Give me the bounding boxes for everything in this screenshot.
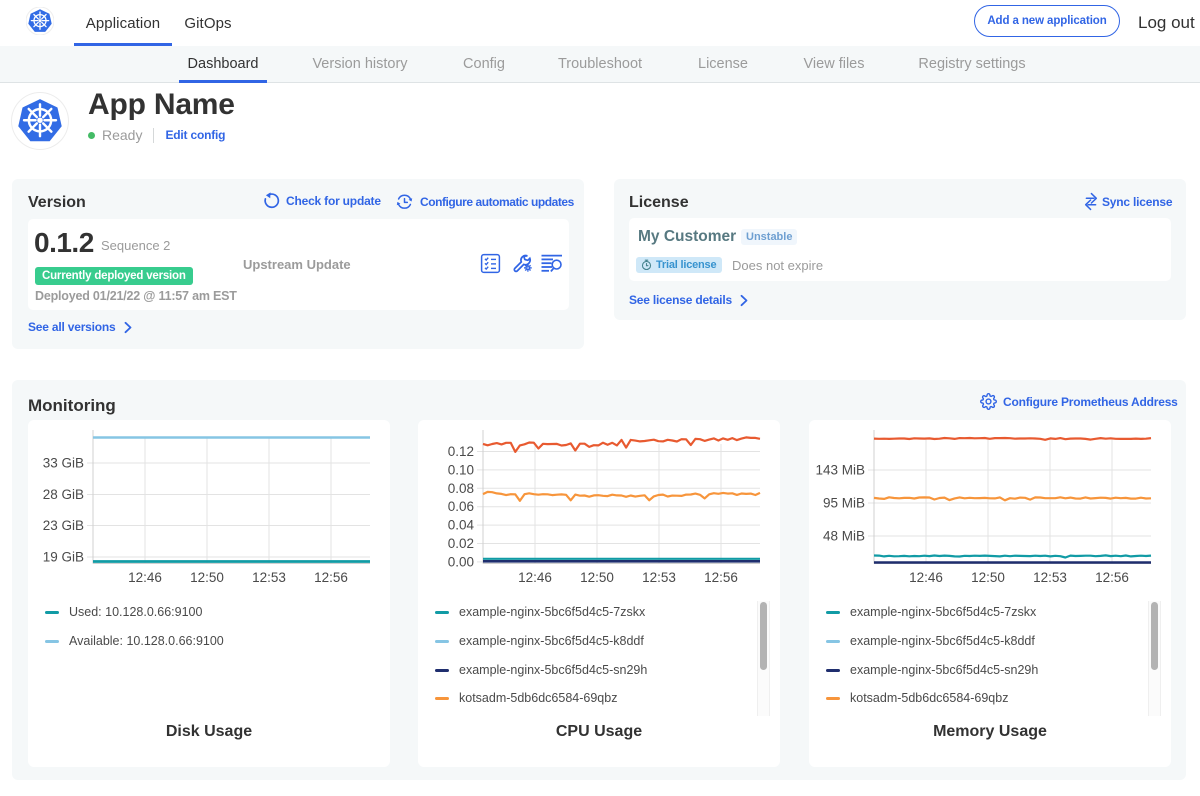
- svg-text:12:53: 12:53: [252, 570, 286, 585]
- svg-text:19 GiB: 19 GiB: [43, 550, 84, 565]
- svg-text:0.08: 0.08: [448, 481, 474, 496]
- svg-text:12:56: 12:56: [314, 570, 348, 585]
- svg-text:12:46: 12:46: [128, 570, 162, 585]
- svg-text:0.02: 0.02: [448, 536, 474, 551]
- svg-text:23 GiB: 23 GiB: [43, 518, 84, 533]
- svg-text:0.00: 0.00: [448, 554, 474, 569]
- svg-text:0.06: 0.06: [448, 499, 474, 514]
- svg-text:12:50: 12:50: [971, 570, 1005, 585]
- svg-text:12:56: 12:56: [1095, 570, 1129, 585]
- svg-text:33 GiB: 33 GiB: [43, 456, 84, 471]
- svg-text:12:53: 12:53: [642, 570, 676, 585]
- svg-text:12:50: 12:50: [580, 570, 614, 585]
- svg-text:12:50: 12:50: [190, 570, 224, 585]
- svg-text:12:46: 12:46: [909, 570, 943, 585]
- svg-text:0.12: 0.12: [448, 444, 474, 459]
- svg-text:0.10: 0.10: [448, 462, 474, 477]
- svg-text:28 GiB: 28 GiB: [43, 487, 84, 502]
- svg-text:95 MiB: 95 MiB: [823, 496, 865, 511]
- svg-text:12:56: 12:56: [704, 570, 738, 585]
- svg-text:143 MiB: 143 MiB: [815, 463, 865, 478]
- svg-text:48 MiB: 48 MiB: [823, 529, 865, 544]
- svg-text:12:53: 12:53: [1033, 570, 1067, 585]
- svg-text:0.04: 0.04: [448, 518, 475, 533]
- svg-text:12:46: 12:46: [518, 570, 552, 585]
